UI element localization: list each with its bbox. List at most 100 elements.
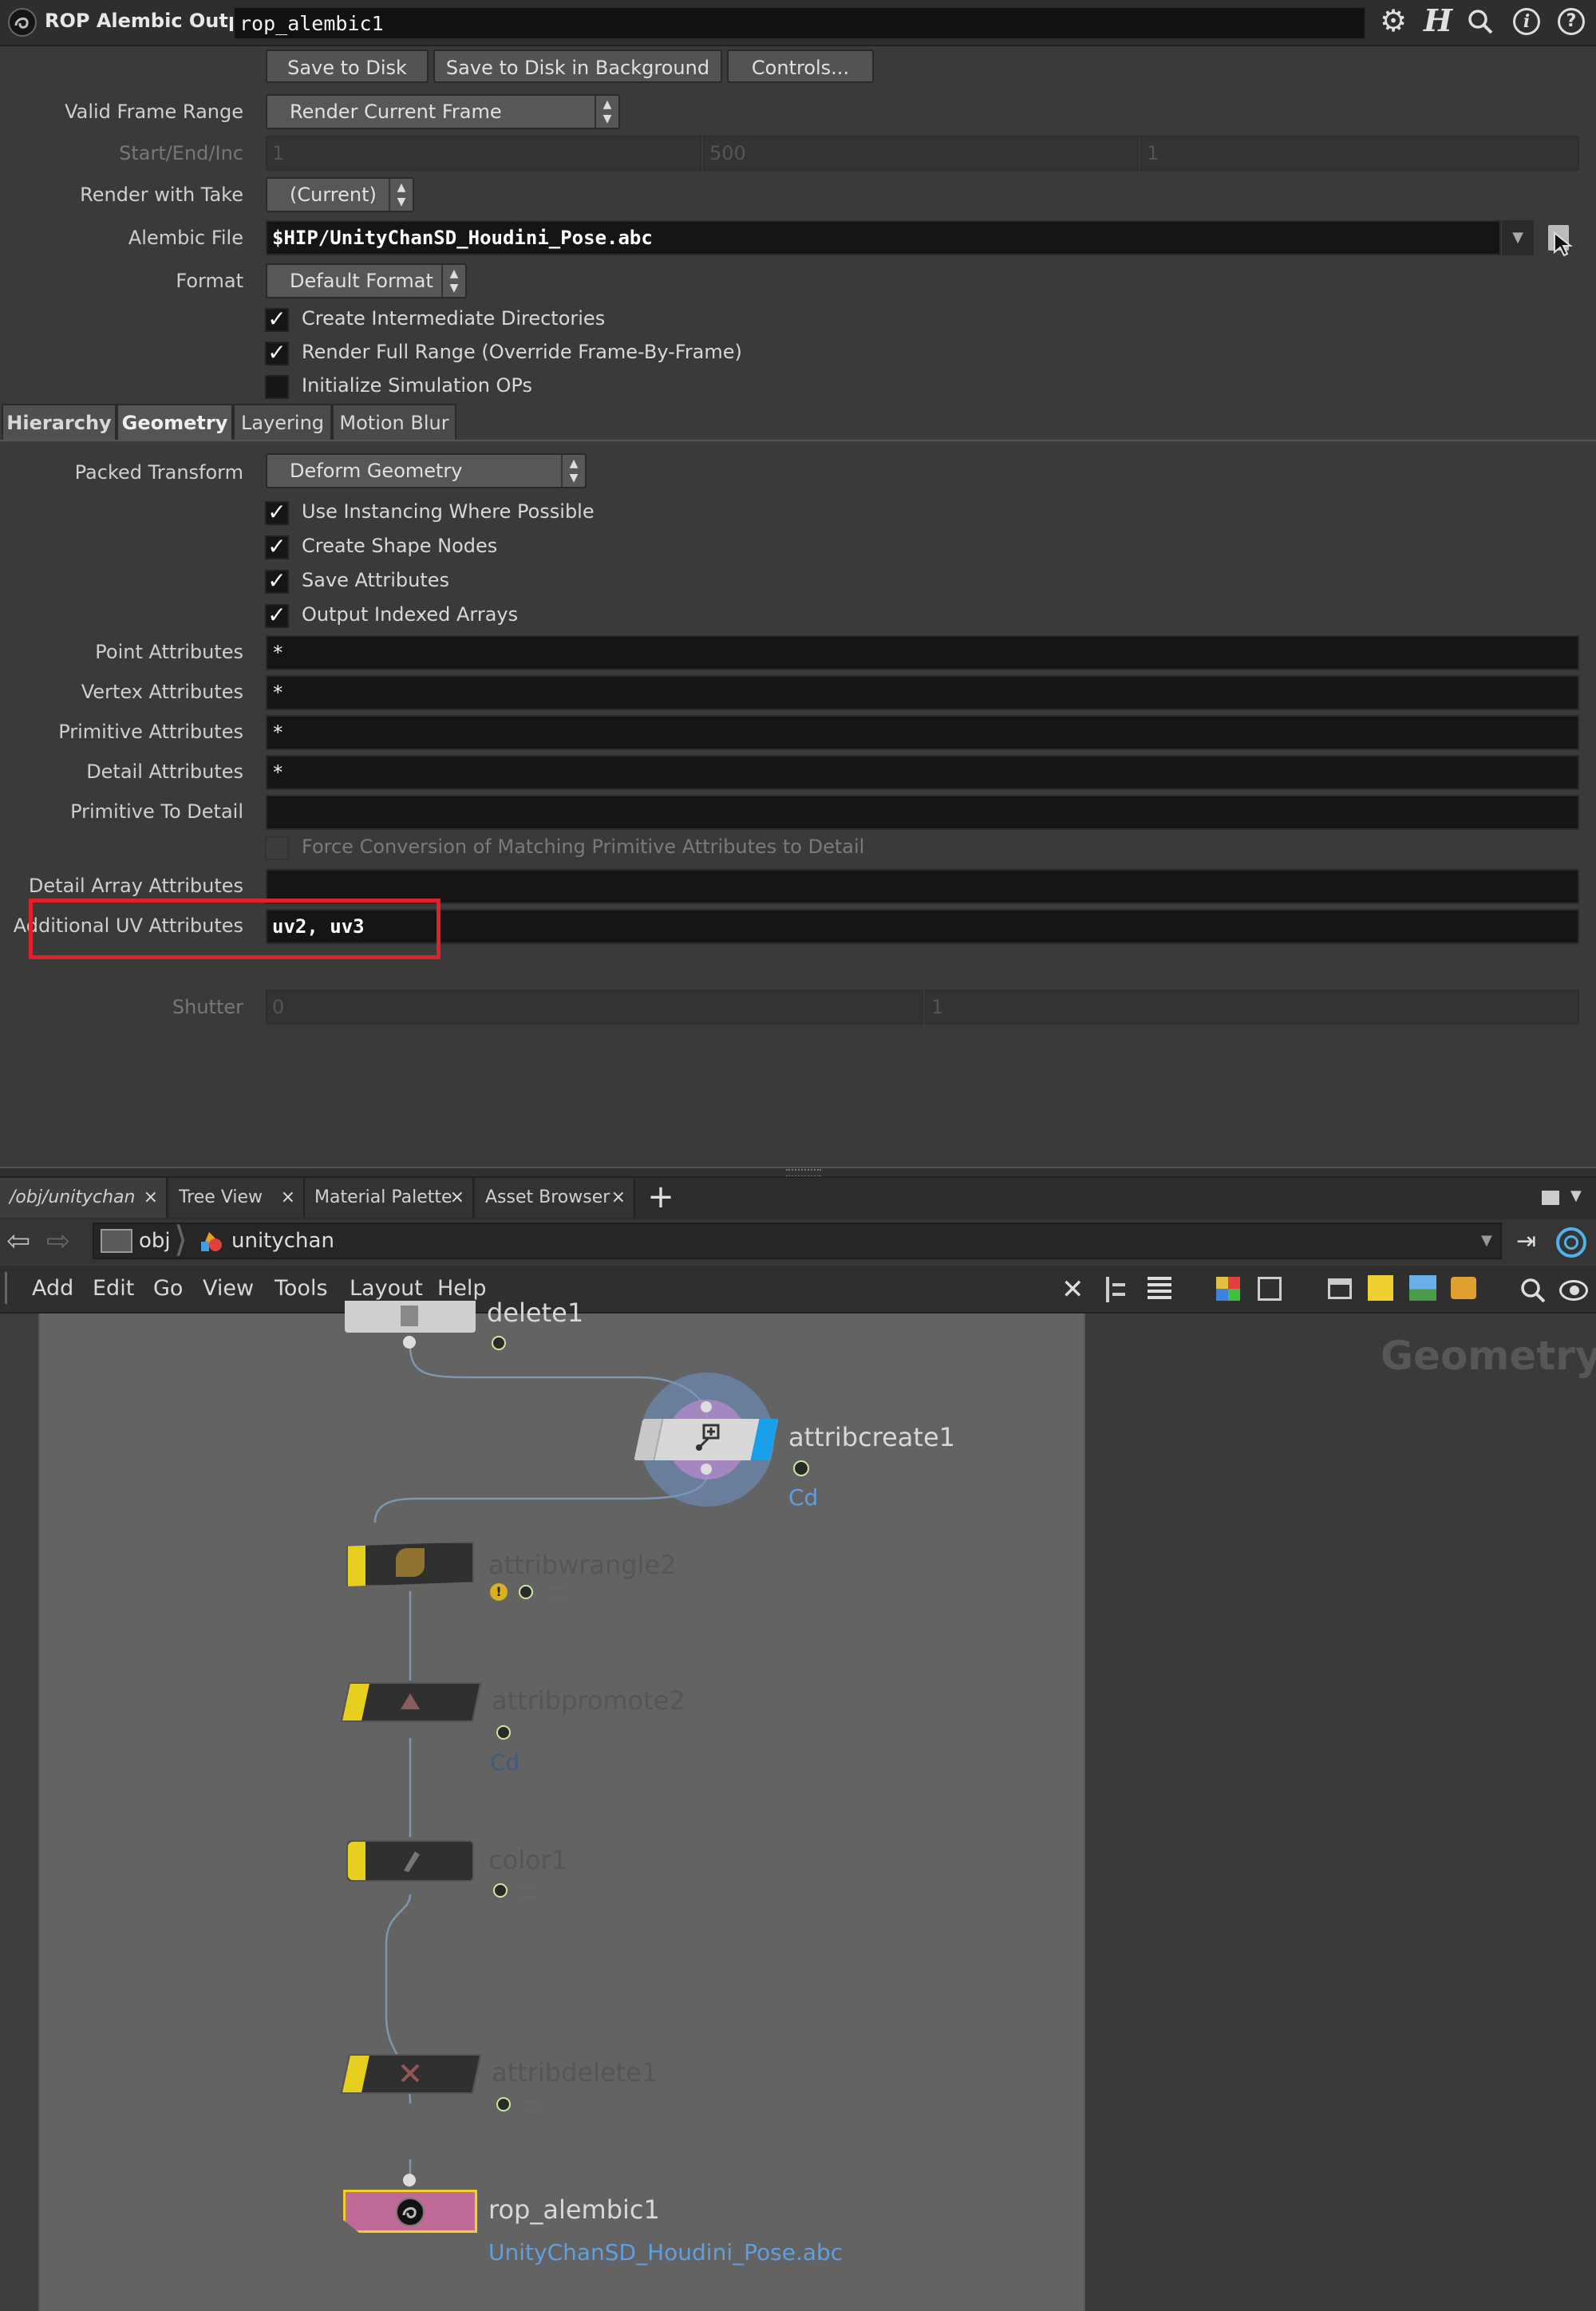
output-indexed-arrays-checkbox[interactable]: ✓ (265, 604, 289, 628)
color-palette-icon[interactable] (1216, 1277, 1240, 1301)
create-shape-nodes-checkbox[interactable]: ✓ (265, 535, 289, 559)
force-conversion-checkbox[interactable] (265, 836, 289, 860)
search-icon[interactable] (1467, 8, 1494, 35)
vertex-attributes-field[interactable]: * (266, 675, 1579, 710)
image-icon[interactable] (1409, 1275, 1436, 1301)
menu-go[interactable]: Go (153, 1266, 183, 1312)
initialize-simulation-ops-checkbox[interactable] (265, 375, 289, 399)
pane-menu-icon[interactable]: ▼ (1570, 1187, 1582, 1204)
create-intermediate-directories-checkbox[interactable]: ✓ (265, 308, 289, 332)
valid-frame-range-menu[interactable]: Render Current Frame ▲ ▼ (266, 94, 620, 129)
sticky-note-icon[interactable] (1368, 1275, 1393, 1301)
format-label: Format (176, 270, 243, 292)
output-connector[interactable] (701, 1464, 712, 1475)
node-attribcreate1-label: attribcreate1 (788, 1422, 955, 1452)
format-menu[interactable]: Default Format ▲ ▼ (266, 263, 467, 298)
primitive-attributes-label: Primitive Attributes (58, 721, 243, 743)
eye-icon[interactable] (1559, 1280, 1588, 1301)
menu-tools[interactable]: Tools (275, 1266, 328, 1312)
obj-context-icon (101, 1229, 132, 1253)
node-status-icon (492, 1336, 506, 1350)
input-connector[interactable] (701, 1401, 712, 1412)
path-dropdown-icon[interactable]: ▼ (1481, 1229, 1492, 1253)
gear-icon[interactable]: ⚙ (1377, 5, 1409, 37)
node-delete1[interactable] (345, 1301, 476, 1333)
tab-hierarchy[interactable]: Hierarchy (2, 404, 117, 440)
path-current[interactable]: unitychan (231, 1227, 334, 1255)
close-icon[interactable]: × (611, 1178, 626, 1218)
forward-icon[interactable]: ⇨ (46, 1226, 70, 1258)
tab-tree-view[interactable]: Tree View × (169, 1178, 305, 1218)
file-dropdown-icon[interactable]: ▼ (1502, 220, 1534, 255)
add-tab-icon[interactable]: + (645, 1179, 677, 1216)
node-status-icon (793, 1460, 809, 1476)
save-attributes-checkbox[interactable]: ✓ (265, 570, 289, 594)
file-chooser-icon[interactable] (1548, 225, 1573, 257)
warning-icon: ! (490, 1583, 508, 1601)
houdini-help-icon[interactable]: H (1422, 3, 1454, 38)
pane-layout-icon[interactable] (1542, 1191, 1559, 1205)
output-connector[interactable] (403, 1336, 416, 1349)
help-icon[interactable]: ? (1558, 8, 1585, 35)
node-name-field[interactable]: rop_alembic1 (233, 6, 1366, 40)
tab-label: Material Palette (314, 1187, 452, 1207)
tab-label: Asset Browser (485, 1187, 610, 1207)
node-info-icon (523, 2100, 539, 2112)
additional-uv-attributes-field[interactable]: uv2, uv3 (266, 909, 1579, 944)
detail-array-attributes-field[interactable] (266, 869, 1579, 904)
pin-icon[interactable]: ⇥ (1516, 1226, 1536, 1258)
menu-view[interactable]: View (203, 1266, 254, 1312)
packed-transform-menu[interactable]: Deform Geometry ▲ ▼ (266, 453, 587, 488)
end-field[interactable]: 500 (703, 136, 1139, 171)
start-field[interactable]: 1 (266, 136, 701, 171)
alembic-file-field[interactable]: $HIP/UnityChanSD_Houdini_Pose.abc (266, 220, 1501, 255)
tab-motion-blur[interactable]: Motion Blur (332, 404, 456, 440)
point-attributes-field[interactable]: * (266, 635, 1579, 670)
pane-splitter[interactable] (0, 1167, 1596, 1177)
tab-geometry[interactable]: Geometry (117, 404, 233, 440)
render-with-take-value: (Current) (290, 184, 377, 206)
detail-attributes-field[interactable]: * (266, 755, 1579, 790)
render-with-take-menu[interactable]: (Current) ▲ ▼ (266, 177, 414, 212)
back-icon[interactable]: ⇦ (6, 1226, 30, 1258)
save-to-disk-button[interactable]: Save to Disk (266, 49, 429, 83)
tree-layout-icon[interactable] (1106, 1277, 1130, 1302)
primitive-attributes-field[interactable]: * (266, 715, 1579, 750)
close-icon[interactable]: × (450, 1178, 464, 1218)
menu-add[interactable]: Add (32, 1266, 73, 1312)
use-instancing-checkbox[interactable]: ✓ (265, 501, 289, 525)
tab-divider (0, 440, 1596, 441)
shape-palette-icon[interactable] (1258, 1277, 1282, 1301)
create-intermediate-directories-label: Create Intermediate Directories (302, 307, 606, 330)
render-full-range-checkbox[interactable]: ✓ (265, 342, 289, 365)
find-icon[interactable] (1519, 1277, 1547, 1304)
tab-layering[interactable]: Layering (233, 404, 332, 440)
inc-field[interactable]: 1 (1140, 136, 1579, 171)
save-to-disk-background-button[interactable]: Save to Disk in Background (433, 49, 722, 83)
shutter-open-field[interactable]: 0 (266, 990, 923, 1025)
render-with-take-label: Render with Take (80, 184, 243, 206)
node-attribpromote2-sub: Cd (490, 1749, 520, 1776)
valid-frame-range-value: Render Current Frame (290, 101, 502, 123)
primitive-to-detail-field[interactable] (266, 795, 1579, 830)
info-icon[interactable]: i (1513, 8, 1540, 35)
shutter-close-field[interactable]: 1 (925, 990, 1579, 1025)
menu-edit[interactable]: Edit (93, 1266, 134, 1312)
close-icon[interactable]: × (144, 1178, 158, 1218)
subnet-icon[interactable] (1451, 1277, 1476, 1299)
tab-obj-unitychan[interactable]: /obj/unitychan × (0, 1178, 168, 1218)
tab-asset-browser[interactable]: Asset Browser × (476, 1178, 635, 1218)
wrench-icon[interactable]: ✕ (1061, 1275, 1084, 1304)
attribdelete-icon (396, 2059, 425, 2088)
tab-material-palette[interactable]: Material Palette × (305, 1178, 474, 1218)
tab-label: Tree View (179, 1187, 263, 1207)
controls-button[interactable]: Controls... (727, 49, 874, 83)
close-icon[interactable]: × (281, 1178, 295, 1218)
path-root[interactable]: obj (139, 1227, 171, 1255)
bypass-flag[interactable] (348, 1842, 365, 1880)
network-box-icon[interactable] (1328, 1278, 1352, 1299)
list-view-icon[interactable] (1148, 1277, 1171, 1302)
bypass-flag[interactable] (348, 1543, 365, 1586)
link-icon[interactable] (1556, 1227, 1586, 1258)
input-connector[interactable] (403, 2174, 416, 2187)
